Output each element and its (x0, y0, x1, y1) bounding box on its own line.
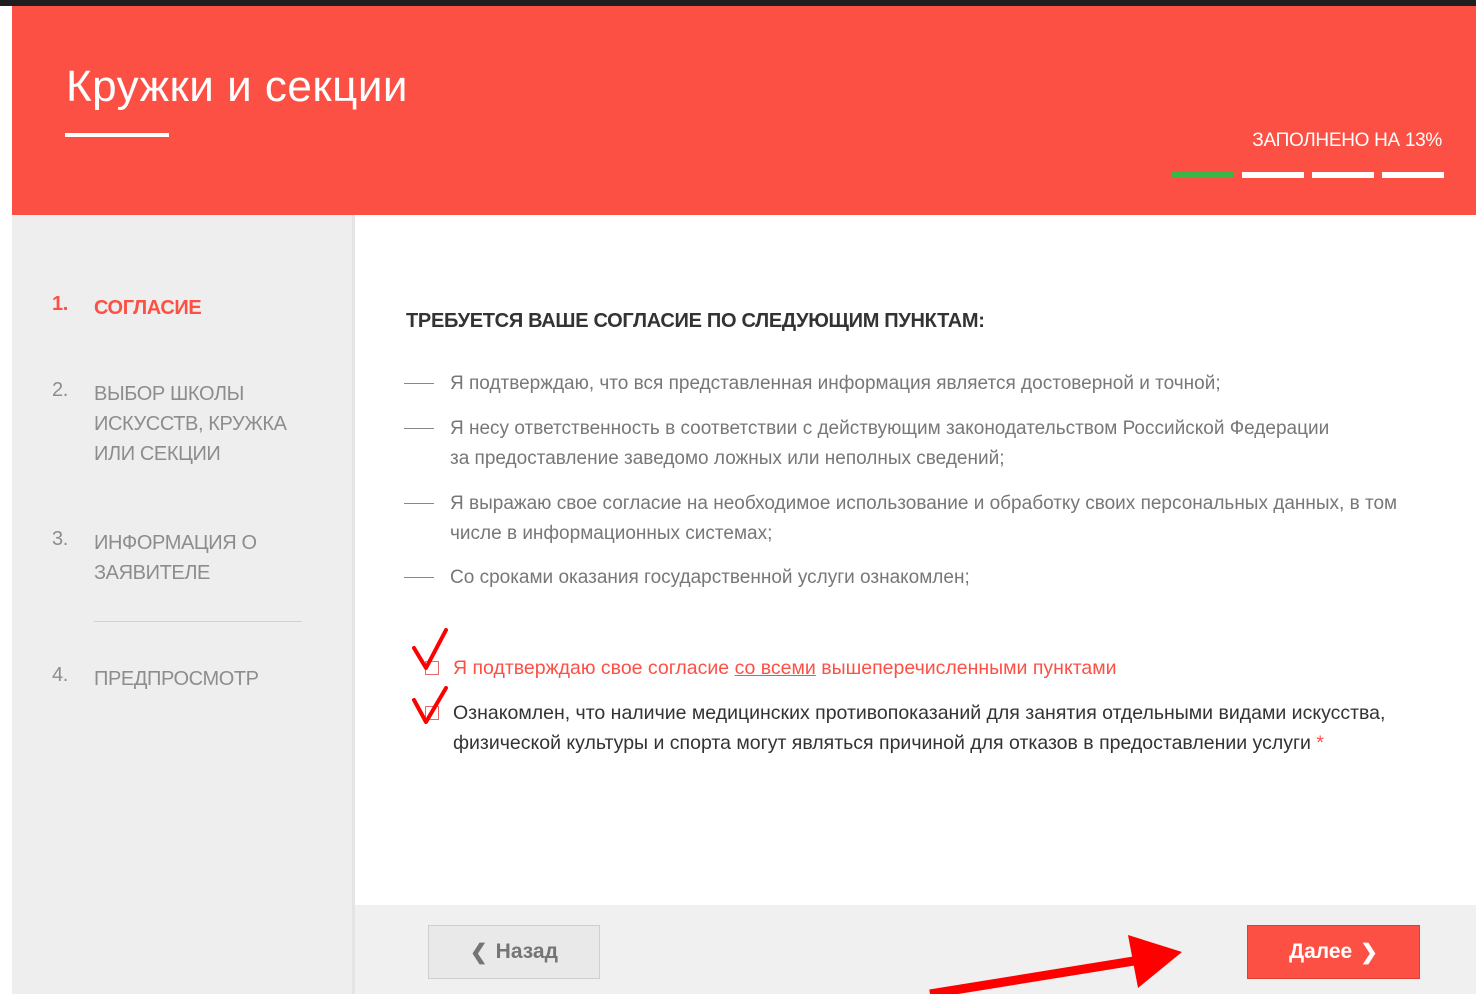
term-text: Я несу ответственность в соответствии с … (450, 418, 1330, 469)
required-mark: * (1316, 732, 1324, 754)
chevron-right-icon: ❯ (1360, 940, 1378, 964)
back-button[interactable]: ❮ Назад (428, 925, 600, 979)
step-label: ИНФОРМАЦИЯ О ЗАЯВИТЕЛЕ (94, 532, 257, 584)
consent-text: вышеперечисленными пунктами (815, 657, 1117, 679)
term-text: Я подтверждаю, что вся представленная ин… (450, 373, 1221, 394)
step-number: 2. (52, 379, 68, 401)
title-underline (65, 133, 169, 137)
next-button[interactable]: Далее ❯ (1247, 925, 1420, 979)
progress-label: ЗАПОЛНЕНО НА 13% (1252, 130, 1442, 151)
step-number: 3. (52, 528, 68, 550)
page-title: Кружки и секции (66, 62, 408, 111)
medical-ack-text: Ознакомлен, что наличие медицинских прот… (453, 702, 1386, 754)
form-footer: ❮ Назад Далее ❯ (355, 905, 1476, 994)
step-label: ВЫБОР ШКОЛЫ ИСКУССТВ, КРУЖКА ИЛИ СЕКЦИИ (94, 383, 287, 465)
back-button-label: Назад (495, 940, 558, 963)
dash-icon (404, 577, 434, 578)
step-number: 1. (52, 293, 68, 315)
progress-segment (1382, 172, 1444, 178)
checkmark-annotation-icon (412, 686, 448, 724)
step-label: ПРЕДПРОСМОТР (94, 668, 259, 690)
checkmark-annotation-icon (412, 628, 448, 670)
page-header: Кружки и секции ЗАПОЛНЕНО НА 13% (12, 6, 1476, 215)
steps-sidebar: 1. СОГЛАСИЕ 2. ВЫБОР ШКОЛЫ ИСКУССТВ, КРУ… (12, 215, 352, 994)
consent-all-label[interactable]: Я подтверждаю свое согласие со всеми выш… (453, 653, 1463, 683)
next-button-label: Далее (1289, 940, 1353, 963)
progress-segment (1172, 172, 1234, 178)
term-text: Со сроками оказания государственной услу… (450, 567, 970, 588)
step-label: СОГЛАСИЕ (94, 297, 202, 319)
dash-icon (404, 503, 434, 504)
consent-text: Я подтверждаю свое согласие (453, 657, 735, 679)
main-content: ТРЕБУЕТСЯ ВАШЕ СОГЛАСИЕ ПО СЛЕДУЮЩИМ ПУН… (355, 215, 1476, 905)
chevron-left-icon: ❮ (470, 940, 488, 964)
section-title: ТРЕБУЕТСЯ ВАШЕ СОГЛАСИЕ ПО СЛЕДУЮЩИМ ПУН… (406, 310, 985, 332)
progress-segment (1242, 172, 1304, 178)
term-text: Я выражаю свое согласие на необходимое и… (450, 493, 1398, 544)
dash-icon (404, 383, 434, 384)
step-divider (94, 621, 302, 622)
consent-all-link[interactable]: со всеми (735, 657, 816, 679)
medical-ack-label[interactable]: Ознакомлен, что наличие медицинских прот… (453, 698, 1463, 758)
dash-icon (404, 428, 434, 429)
progress-segment (1312, 172, 1374, 178)
step-number: 4. (52, 664, 68, 686)
